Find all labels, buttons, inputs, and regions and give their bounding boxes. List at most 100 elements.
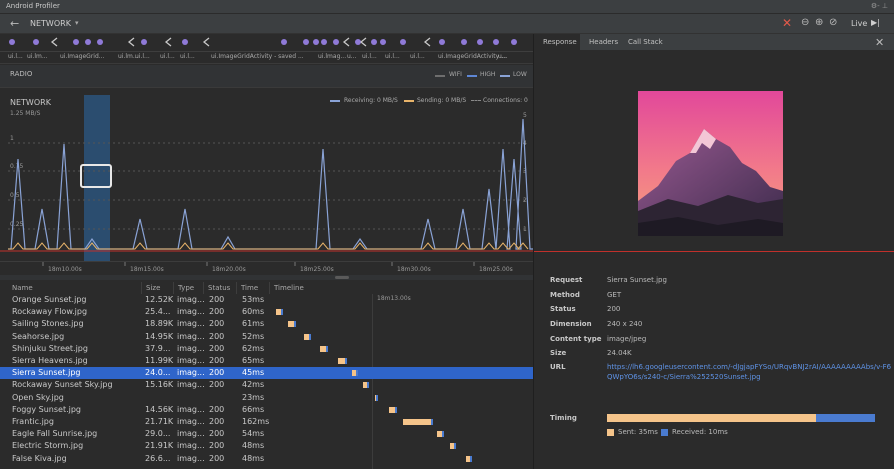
url-link[interactable]: https://lh6.googleusercontent.com/-dJgja… (607, 363, 891, 371)
timing-received: Received: 10ms (672, 428, 728, 436)
table-row[interactable]: Seahorse.jpg 14.95K imag... 200 52ms (0, 331, 533, 343)
column-header-time[interactable]: Time (237, 282, 270, 294)
cell-status: 200 (209, 343, 225, 353)
field-value: 24.04K (607, 349, 632, 357)
table-row[interactable]: Frantic.jpg 21.71K imag... 200 162ms (0, 416, 533, 428)
column-header-name[interactable]: Name (8, 282, 142, 294)
cell-status: 200 (209, 380, 225, 390)
cell-type: imag... (177, 343, 205, 353)
timeline-bar (276, 309, 283, 316)
table-row[interactable]: False Kiva.jpg 26.6... imag... 200 48ms (0, 453, 533, 465)
tab-headers[interactable]: Headers (589, 38, 618, 46)
activity-label: ui.l... (160, 53, 175, 60)
right-tick-label: 2 (523, 197, 527, 204)
timing-label: Timing (550, 414, 577, 422)
table-row[interactable]: Sailing Stones.jpg 18.89K imag... 200 61ms (0, 318, 533, 330)
table-row[interactable]: Sierra Sunset.jpg 24.0... imag... 200 45ms (0, 367, 533, 379)
go-live-icon[interactable]: ▶| (871, 18, 880, 27)
timeline-received-segment (470, 455, 472, 462)
timeline-received-segment (442, 431, 444, 438)
reset-zoom-icon[interactable]: ⊘ (829, 17, 837, 28)
time-tick-label: 18m20.00s (212, 266, 246, 273)
cell-name: Open Sky.jpg (12, 392, 64, 402)
timeline-bar (403, 419, 433, 425)
back-arrow-icon[interactable]: ← (10, 17, 19, 30)
cell-time: 66ms (242, 404, 265, 414)
activity-label: ui.l... (8, 53, 23, 60)
table-row[interactable]: Open Sky.jpg 23ms (0, 392, 533, 404)
table-row[interactable]: Orange Sunset.jpg 12.52K imag... 200 53ms (0, 294, 533, 306)
table-row[interactable]: Electric Storm.jpg 21.91K imag... 200 48ms (0, 440, 533, 452)
field-value: Sierra Sunset.jpg (607, 276, 667, 284)
cell-size: 11.99K (145, 356, 174, 365)
tab-call-stack[interactable]: Call Stack (628, 38, 663, 46)
field-label: Content type (550, 335, 602, 343)
cell-size: 25.4... (145, 307, 171, 317)
section-dropdown[interactable]: NETWORK (30, 19, 71, 28)
table-row[interactable]: Foggy Sunset.jpg 14.56K imag... 200 66ms (0, 404, 533, 416)
cell-time: 162ms (242, 417, 270, 426)
cell-name: Shinjuku Street.jpg (12, 343, 88, 353)
url-link-continued[interactable]: QWpYO6s/s240-c/Sierra%252520Sunset.jpg (607, 373, 761, 381)
column-header-status[interactable]: Status (204, 282, 237, 294)
cell-time: 65ms (242, 356, 265, 365)
cell-status: 200 (209, 295, 225, 304)
legend-low: LOW (513, 71, 527, 78)
title-bar: Android Profiler ⚙- ⊥ (0, 0, 894, 14)
zoom-in-icon[interactable]: ⊕ (815, 17, 823, 28)
cell-status: 200 (209, 453, 225, 463)
cell-time: 48ms (242, 441, 265, 451)
cell-size: 21.71K (145, 417, 174, 426)
cell-time: 53ms (242, 295, 265, 304)
low-swatch (500, 75, 510, 77)
window-title: Android Profiler (6, 2, 60, 10)
table-row[interactable]: Sierra Heavens.jpg 11.99K imag... 200 65ms (0, 355, 533, 367)
activity-label: ui.lm... (27, 53, 48, 60)
cell-status: 200 (209, 429, 225, 439)
cell-time: 42ms (242, 380, 265, 390)
scrollbar-thumb[interactable] (335, 276, 349, 279)
cell-name: Sailing Stones.jpg (12, 319, 84, 329)
zoom-out-icon[interactable]: ⊖ (801, 17, 809, 28)
stop-icon[interactable]: ✕ (782, 16, 792, 30)
legend-high: HIGH (480, 71, 496, 78)
chevron-down-icon[interactable]: ▾ (75, 19, 79, 27)
window-controls[interactable]: ⚙- ⊥ (871, 2, 888, 10)
network-chart[interactable]: NETWORK 1.25 MB/S Receiving: 0 MB/S Send… (0, 89, 533, 261)
close-icon[interactable]: ✕ (875, 36, 884, 49)
cell-name: Electric Storm.jpg (12, 441, 84, 451)
timeline-bar (389, 406, 397, 413)
cell-time: 45ms (242, 368, 265, 378)
timeline-received-segment (326, 345, 328, 352)
y-tick-label: 1 (10, 135, 14, 142)
selection-range (84, 95, 110, 261)
column-header-timeline[interactable]: Timeline (270, 282, 533, 294)
timeline-bar (450, 443, 456, 450)
cell-name: Orange Sunset.jpg (12, 295, 87, 304)
events-timeline: ui.l... ui.lm... ui.ImageGrid... ui.lm... ui… (0, 34, 533, 64)
table-row[interactable]: Rockaway Flow.jpg 25.4... imag... 200 60ms (0, 306, 533, 318)
field-value: GET (607, 291, 622, 299)
field-label: URL (550, 363, 566, 371)
high-swatch (467, 75, 477, 77)
cell-type: imag... (177, 331, 205, 341)
table-row[interactable]: Rockaway Sunset Sky.jpg 15.16K imag... 200 4… (0, 379, 533, 391)
table-row[interactable]: Shinjuku Street.jpg 37.9... imag... 200 62ms (0, 343, 533, 355)
timeline-bar (437, 431, 444, 438)
cell-type: imag... (177, 356, 205, 365)
cell-size: 14.56K (145, 404, 174, 414)
cell-status: 200 (209, 368, 225, 378)
timeline-bar (375, 394, 378, 401)
activity-lane: ui.l... ui.lm... ui.ImageGrid... ui.lm... ui… (0, 51, 533, 62)
live-button[interactable]: Live (851, 19, 867, 28)
cell-status: 200 (209, 356, 225, 365)
column-header-size[interactable]: Size (142, 282, 174, 294)
table-row[interactable]: Eagle Fall Sunrise.jpg 29.0... imag... 200 5… (0, 428, 533, 440)
cell-status: 200 (209, 417, 225, 426)
tab-response[interactable]: Response (543, 38, 577, 46)
timeline-bar (338, 358, 347, 364)
activity-label: ui.ImageGridActivity - saved ... (211, 53, 304, 60)
cell-size: 37.9... (145, 343, 171, 353)
cell-name: Eagle Fall Sunrise.jpg (12, 429, 98, 439)
column-header-type[interactable]: Type (174, 282, 204, 294)
